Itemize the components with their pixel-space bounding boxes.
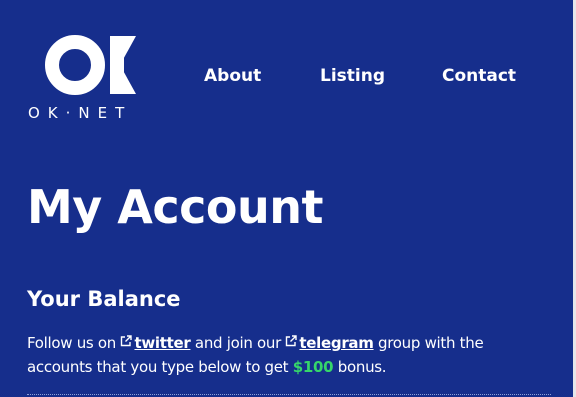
external-link-icon [286,335,298,347]
nav-contact[interactable]: Contact [442,66,516,86]
telegram-link[interactable]: telegram [285,334,374,352]
promo-text-part: bonus. [333,358,387,376]
page-title: My Account [27,180,324,234]
section-divider [27,394,551,395]
ok-logo-icon [45,35,136,95]
site-logo[interactable]: OK·NET [28,34,160,124]
promo-text: Follow us on twitter and join our telegr… [27,331,547,379]
twitter-link[interactable]: twitter [120,334,191,352]
promo-text-part: and join our [190,334,286,352]
external-link-icon [121,335,133,347]
twitter-link-label: twitter [134,334,191,352]
logo-wordmark: OK·NET [28,104,133,122]
promo-text-part: Follow us on [27,334,121,352]
bonus-amount: $100 [292,358,334,376]
nav-listing[interactable]: Listing [320,66,385,86]
nav-about[interactable]: About [204,66,261,86]
telegram-link-label: telegram [299,334,374,352]
balance-heading: Your Balance [27,287,181,311]
